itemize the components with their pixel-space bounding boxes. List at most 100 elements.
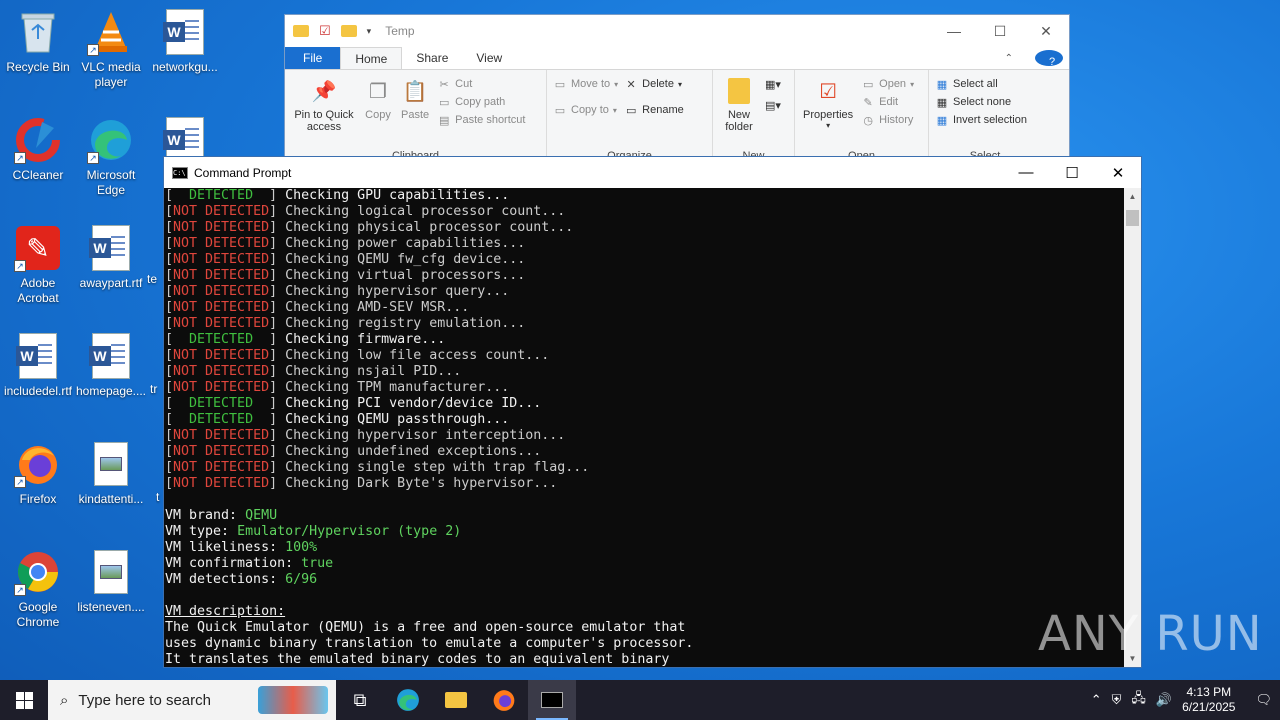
cut-button[interactable]: ✂ Cut — [437, 78, 525, 91]
check-text: Checking hypervisor query... — [285, 284, 510, 299]
cmd-titlebar[interactable]: C:\ Command Prompt — ☐ ✕ — [164, 157, 1141, 188]
properties-button[interactable]: ☑ Properties ▾ — [801, 74, 855, 147]
bracket: ] — [269, 188, 286, 203]
copy-button[interactable]: ❐ Copy — [363, 74, 393, 147]
move-to-button[interactable]: ▭ Move to ▾ — [553, 78, 618, 91]
copy-path-icon: ▭ — [438, 96, 450, 109]
edit-button[interactable]: ✎ Edit — [861, 96, 914, 109]
bracket: ] — [269, 396, 286, 411]
desktop-icon-partial-te[interactable]: te — [147, 272, 163, 287]
select-none-icon: ▦ — [936, 96, 948, 109]
explorer-window[interactable]: ☑ ▾ Temp — ☐ ✕ File Home Share View ⌃ ? … — [284, 14, 1070, 164]
copy-to-button[interactable]: ▭ Copy to ▾ — [553, 104, 618, 117]
taskbar-explorer-button[interactable] — [432, 680, 480, 720]
ribbon: 📌 Pin to Quick access ❐ Copy 📋 Paste ✂ Cu… — [285, 69, 1069, 163]
network-icon[interactable]: 🖧 — [1131, 689, 1146, 711]
command-prompt-window[interactable]: C:\ Command Prompt — ☐ ✕ [ DETECTED ] Ch… — [163, 156, 1142, 668]
maximize-icon[interactable]: ☐ — [1049, 157, 1095, 188]
search-icon: ⌕ — [60, 691, 69, 709]
tab-view[interactable]: View — [462, 47, 516, 69]
select-none-button[interactable]: ▦ Select none — [935, 96, 1027, 109]
desktop-icon-firefox[interactable]: ↗ Firefox — [0, 440, 76, 507]
check-status: NOT DETECTED — [173, 364, 270, 379]
invert-selection-button[interactable]: ▦ Invert selection — [935, 114, 1027, 127]
desktop-icon-kindattenti[interactable]: kindattenti... — [73, 440, 149, 507]
close-icon[interactable]: ✕ — [1023, 23, 1069, 40]
new-folder-button[interactable]: New folder — [719, 74, 759, 147]
taskbar-cmd-button[interactable] — [528, 680, 576, 720]
desktop-icon-acrobat[interactable]: ✎ ↗ Adobe Acrobat — [0, 224, 76, 306]
paste-button[interactable]: 📋 Paste — [399, 74, 431, 147]
desktop-icon-label: Firefox — [19, 492, 57, 506]
properties-check-icon[interactable]: ☑ — [319, 23, 331, 39]
check-status: NOT DETECTED — [173, 300, 270, 315]
copy-path-button[interactable]: ▭ Copy path — [437, 96, 525, 109]
description-line: It translates the emulated binary codes … — [165, 652, 670, 667]
console-check-line: [NOT DETECTED] Checking registry emulati… — [165, 316, 1124, 332]
rename-button[interactable]: ▭ Rename — [624, 104, 684, 117]
open-button[interactable]: ▭ Open ▾ — [861, 78, 914, 91]
chevron-up-icon[interactable]: ⌃ — [1091, 692, 1102, 708]
check-status: DETECTED — [173, 188, 270, 203]
desktop-icon-includedel[interactable]: W includedel.rtf — [0, 332, 76, 399]
tab-share[interactable]: Share — [402, 47, 462, 69]
taskbar-edge-button[interactable] — [384, 680, 432, 720]
chevron-up-icon[interactable]: ⌃ — [991, 49, 1027, 68]
desktop-icon-edge[interactable]: ↗ Microsoft Edge — [73, 116, 149, 198]
vertical-scrollbar[interactable]: ▲ ▼ — [1124, 188, 1141, 667]
desktop-icon-awaypart[interactable]: W awaypart.rtf — [73, 224, 149, 291]
task-view-icon: ⧉ — [353, 689, 367, 710]
notifications-icon[interactable]: 🗨 — [1255, 692, 1272, 708]
desktop-icon-homepage[interactable]: W homepage.... — [73, 332, 149, 399]
bracket: ] — [269, 348, 286, 363]
pin-to-quick-access-button[interactable]: 📌 Pin to Quick access — [291, 74, 357, 147]
desktop-icon-vlc[interactable]: ↗ VLC media player — [73, 8, 149, 90]
tab-home[interactable]: Home — [340, 47, 403, 69]
tab-file[interactable]: File — [285, 47, 341, 69]
check-text: Checking hypervisor interception... — [285, 428, 566, 443]
new-folder-icon[interactable] — [340, 25, 357, 37]
delete-button[interactable]: ✕ Delete ▾ — [624, 78, 684, 91]
console-output[interactable]: [ DETECTED ] Checking GPU capabilities..… — [164, 188, 1124, 667]
close-icon[interactable]: ✕ — [1095, 157, 1141, 188]
desktop-icon-chrome[interactable]: ↗ Google Chrome — [0, 548, 76, 630]
word-doc-icon: W — [87, 224, 135, 272]
paste-shortcut-button[interactable]: ▤ Paste shortcut — [437, 114, 526, 127]
console-check-line: [NOT DETECTED] Checking hypervisor inter… — [165, 428, 1124, 444]
bracket: ] — [269, 284, 286, 299]
bracket: [ — [165, 220, 174, 235]
rename-icon: ▭ — [625, 104, 637, 117]
minimize-icon[interactable]: — — [931, 23, 977, 40]
delete-x-icon: ✕ — [626, 78, 636, 91]
start-button[interactable] — [0, 680, 48, 720]
help-icon[interactable]: ? — [1035, 50, 1063, 68]
taskbar-firefox-button[interactable] — [480, 680, 528, 720]
desktop-icon-ccleaner[interactable]: ↗ CCleaner — [0, 116, 76, 183]
select-all-button[interactable]: ▦ Select all — [935, 78, 1027, 91]
scroll-up-icon[interactable]: ▲ — [1124, 188, 1141, 205]
volume-icon[interactable]: 🔊 — [1156, 692, 1172, 708]
organize-group: ▭Move to▾ ▭Copy to▾ ✕Delete▾ ▭Rename Org… — [547, 70, 713, 163]
chevron-down-icon[interactable]: ▾ — [367, 26, 372, 37]
new-item-icon[interactable]: ▦▾ — [765, 78, 781, 91]
open-icon: ▭ — [862, 78, 874, 91]
desktop-icon-listeneven[interactable]: listeneven.... — [73, 548, 149, 615]
scroll-thumb[interactable] — [1126, 210, 1139, 226]
task-view-button[interactable]: ⧉ — [336, 680, 384, 720]
desktop-icon-recycle-bin[interactable]: Recycle Bin — [0, 8, 76, 75]
firefox-icon — [493, 690, 515, 711]
desktop-icon-label: listeneven.... — [77, 600, 145, 614]
easy-access-icon[interactable]: ▤▾ — [765, 99, 781, 112]
history-button[interactable]: ◷ History — [861, 114, 914, 127]
check-status: DETECTED — [173, 396, 270, 411]
desktop-icon-partial-tr[interactable]: tr — [150, 382, 164, 397]
paste-shortcut-icon: ▤ — [438, 114, 450, 127]
taskbar-clock[interactable]: 4:13 PM 6/21/2025 — [1182, 685, 1235, 715]
desktop-icon-networkgu[interactable]: W networkgu... — [147, 8, 223, 75]
security-icon[interactable]: ⛨ — [1112, 692, 1122, 708]
minimize-icon[interactable]: — — [1003, 157, 1049, 188]
taskbar-search-box[interactable]: ⌕ Type here to search — [48, 680, 336, 720]
move-to-icon: ▭ — [554, 78, 566, 91]
maximize-icon[interactable]: ☐ — [977, 23, 1023, 40]
explorer-titlebar[interactable]: ☑ ▾ Temp — ☐ ✕ — [285, 15, 1069, 47]
